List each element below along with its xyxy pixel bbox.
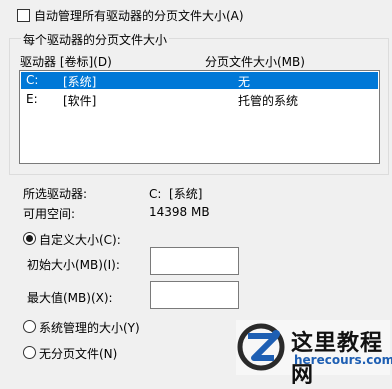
watermark-url: herecours.com [294,353,392,367]
no-paging-radio[interactable] [23,346,36,359]
auto-manage-checkbox[interactable] [17,9,30,22]
system-managed-label: 系统管理的大小(Y) [39,321,140,335]
custom-size-label: 自定义大小(C): [39,233,121,247]
no-paging-label: 无分页文件(N) [39,347,118,361]
drive-list[interactable]: C: [系统] 无 E: [软件] 托管的系统 [19,70,380,164]
drive-volume-label: [系统] [63,75,97,89]
drive-letter: C: [26,73,39,87]
drive-row-e[interactable]: E: [软件] 托管的系统 [21,91,378,108]
initial-size-input[interactable] [150,247,239,275]
auto-manage-label: 自动管理所有驱动器的分页文件大小(A) [34,9,244,23]
initial-size-label: 初始大小(MB)(I): [27,258,120,272]
paging-size: 无 [238,75,251,89]
group-title: 每个驱动器的分页文件大小 [21,31,170,48]
free-space-value: 14398 MB [149,205,210,219]
system-managed-radio[interactable] [23,320,36,333]
selected-drive-value: C: [系统] [149,187,203,201]
selected-drive-label: 所选驱动器: [23,187,88,201]
size-column-header: 分页文件大小(MB) [205,55,305,69]
watermark-z-icon [237,323,285,371]
max-size-label: 最大值(MB)(X): [27,291,113,305]
max-size-input[interactable] [150,281,239,309]
watermark-logo: 这里教程网 herecours.com [236,320,392,388]
drive-column-header: 驱动器 [卷标](D) [20,55,112,69]
drive-letter: E: [26,92,38,106]
drive-row-c[interactable]: C: [系统] 无 [21,72,378,89]
custom-size-radio[interactable] [23,232,36,245]
paging-size: 托管的系统 [238,94,299,108]
free-space-label: 可用空间: [23,207,76,221]
drive-volume-label: [软件] [63,94,97,108]
